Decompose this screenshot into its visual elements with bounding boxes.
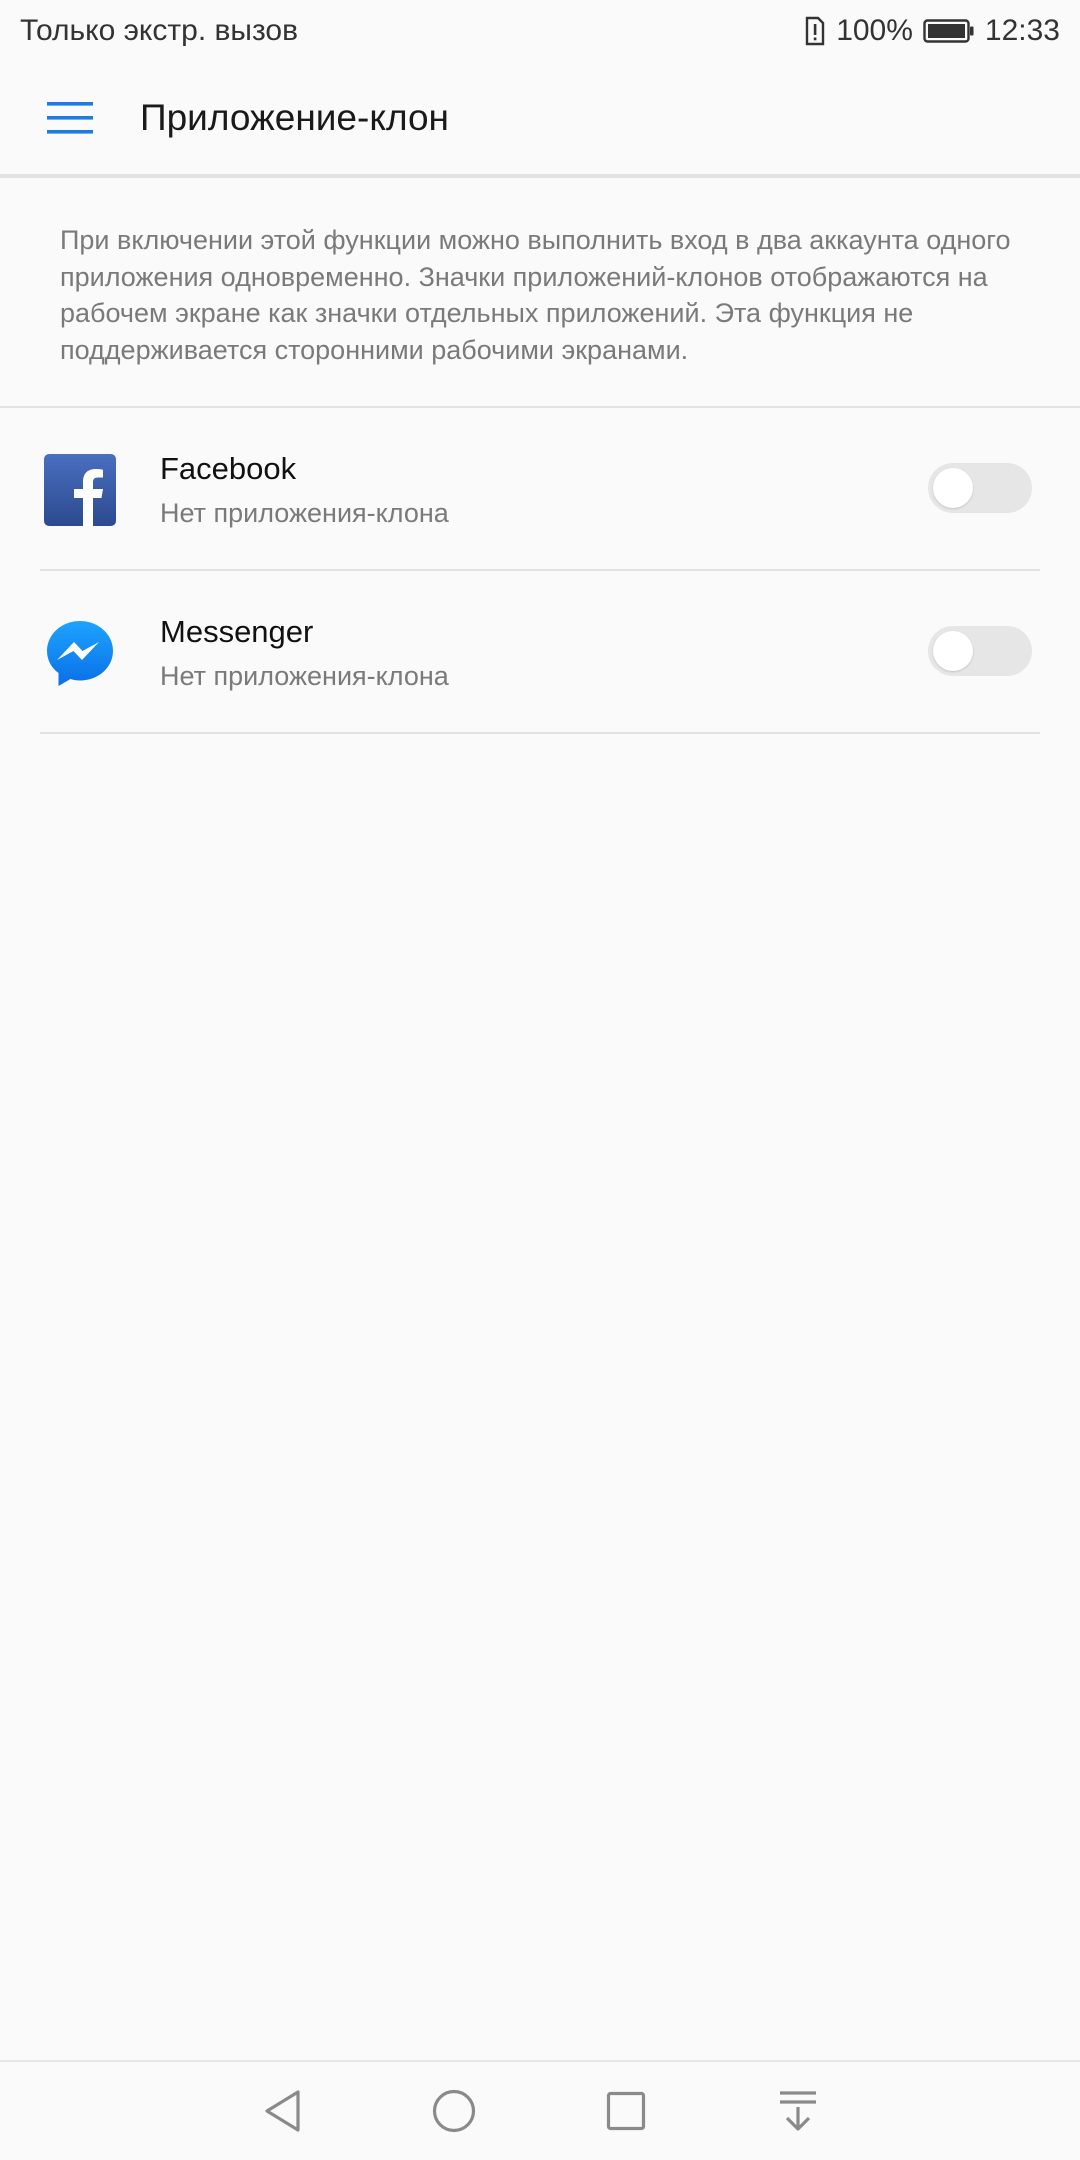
status-bar: Только экстр. вызов 100% 12:33 — [0, 0, 1080, 62]
page-title: Приложение-клон — [140, 97, 449, 138]
messenger-icon — [44, 617, 116, 689]
battery-percent: 100% — [836, 14, 913, 47]
menu-button[interactable] — [0, 60, 140, 176]
clone-app-list: Facebook Нет приложения-клона Messenger … — [0, 408, 1080, 734]
app-text: Messenger Нет приложения-клона — [160, 612, 449, 694]
recents-button[interactable] — [604, 2089, 648, 2133]
app-name: Messenger — [160, 613, 314, 649]
sim-alert-icon — [804, 16, 826, 46]
row-divider — [40, 732, 1040, 734]
notification-pull-button[interactable] — [776, 2089, 820, 2133]
app-status: Нет приложения-клона — [160, 660, 449, 691]
feature-description: При включении этой функции можно выполни… — [60, 225, 1011, 365]
recents-icon — [606, 2091, 646, 2131]
home-button[interactable] — [432, 2089, 476, 2133]
hamburger-menu-icon — [47, 102, 93, 134]
battery-icon — [923, 18, 975, 44]
app-name: Facebook — [160, 450, 297, 486]
clone-app-screen: Только экстр. вызов 100% 12:33 Приложени… — [0, 0, 1080, 2160]
app-bar: Приложение-клон — [0, 62, 1080, 178]
clock: 12:33 — [984, 14, 1060, 47]
navigation-bar — [0, 2060, 1080, 2160]
status-indicators: 100% 12:33 — [804, 14, 1060, 48]
messenger-clone-toggle[interactable] — [928, 626, 1032, 676]
toggle-knob — [933, 631, 973, 671]
notification-pull-icon — [780, 2091, 816, 2131]
back-icon — [265, 2090, 300, 2132]
home-icon — [432, 2089, 476, 2133]
facebook-icon — [44, 453, 116, 526]
facebook-clone-toggle[interactable] — [928, 463, 1032, 513]
carrier-text: Только экстр. вызов — [20, 14, 299, 47]
toggle-knob — [933, 468, 973, 508]
app-status: Нет приложения-клона — [160, 497, 449, 528]
list-item-messenger[interactable]: Messenger Нет приложения-клона — [0, 571, 1080, 734]
back-button[interactable] — [260, 2089, 304, 2133]
list-item-facebook[interactable]: Facebook Нет приложения-клона — [0, 408, 1080, 571]
app-text: Facebook Нет приложения-клона — [160, 449, 449, 531]
